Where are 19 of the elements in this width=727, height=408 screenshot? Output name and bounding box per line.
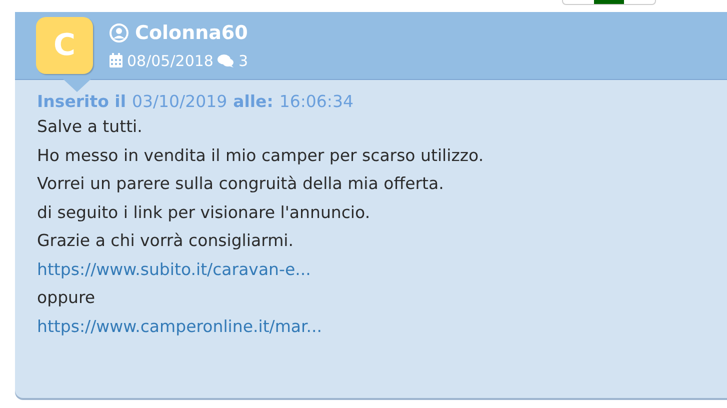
post-text: Ho messo in vendita il mio camper per scarso utilizzo.	[37, 146, 484, 164]
comments-icon	[217, 54, 234, 68]
post-text: oppure	[37, 288, 96, 307]
post-text: Salve a tutti.	[37, 117, 142, 136]
time-label: alle:	[233, 92, 274, 112]
link[interactable]: https://www.subito.it/caravan-e...	[37, 260, 311, 278]
join-date: 08/05/2018	[127, 50, 214, 72]
avatar: C	[36, 17, 93, 74]
calendar-icon	[109, 53, 123, 68]
post-text: di seguito i link per visionare l'annuncio.	[37, 202, 370, 222]
posted-label: Inserito il	[37, 92, 126, 112]
post-text: Grazie a chi vorrà consigliarmi.	[37, 231, 294, 250]
post-count: 3	[238, 50, 248, 72]
user-icon	[109, 23, 129, 44]
author-name[interactable]: Colonna60	[135, 19, 248, 48]
post-time: 16:06:34	[279, 92, 354, 112]
post-date: 03/10/2019	[132, 92, 228, 112]
post-text: Vorrei un parere sulla congruità della mia offerta.	[37, 174, 444, 193]
link[interactable]: https://www.camperonline.it/mar...	[37, 316, 322, 336]
